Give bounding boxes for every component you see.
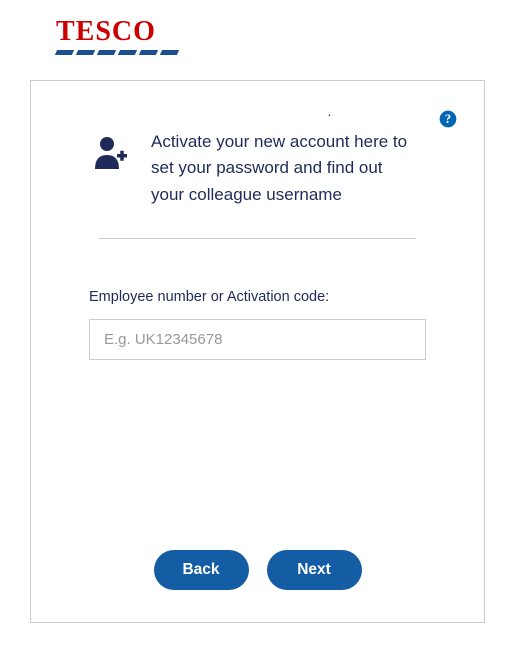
next-button[interactable]: Next [267,550,362,590]
dot-indicator: . [328,103,332,119]
back-button[interactable]: Back [154,550,249,590]
form-area: Employee number or Activation code: [79,239,436,360]
button-row: Back Next [79,550,436,590]
tesco-logo: TESCO [56,18,178,55]
user-add-icon [93,135,129,174]
header-row: Activate your new account here to set yo… [79,129,436,238]
activation-instruction: Activate your new account here to set yo… [151,129,436,208]
employee-number-label: Employee number or Activation code: [89,289,426,305]
employee-number-input[interactable] [89,319,426,360]
main-panel: . ? Activate your new account here to se… [30,80,485,623]
tesco-logo-dashes [56,50,178,55]
tesco-logo-text: TESCO [56,18,178,46]
svg-text:?: ? [445,112,451,126]
logo-area: TESCO [0,0,515,68]
help-icon[interactable]: ? [438,109,458,129]
content-area: Activate your new account here to set yo… [31,81,484,620]
